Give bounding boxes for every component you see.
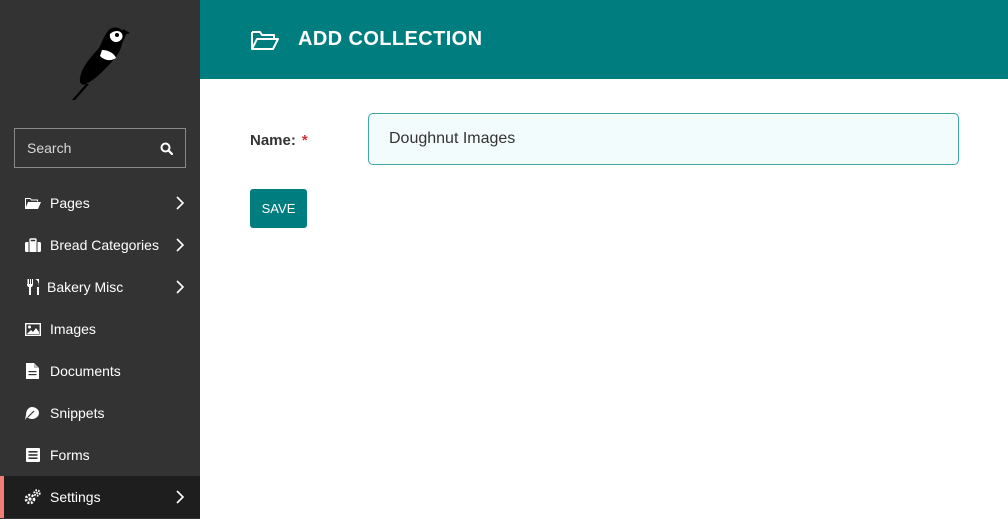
chevron-right-icon[interactable]: [175, 237, 185, 253]
sidebar: Search Pages Bread Categories Bakery Mis…: [0, 0, 200, 519]
image-icon: [24, 321, 41, 338]
form-icon: [24, 447, 41, 464]
name-input[interactable]: [368, 113, 959, 165]
sidebar-item-settings[interactable]: Settings: [0, 476, 200, 518]
folder-open-icon: [24, 195, 41, 212]
chevron-right-icon[interactable]: [175, 279, 185, 295]
chevron-right-icon[interactable]: [175, 489, 185, 505]
sidebar-item-label: Documents: [50, 363, 121, 379]
page-title: ADD COLLECTION: [298, 28, 483, 50]
chevron-right-icon[interactable]: [175, 195, 185, 211]
sidebar-item-label: Forms: [50, 447, 90, 463]
folder-open-icon: [251, 30, 279, 50]
search-icon[interactable]: [159, 141, 173, 155]
sidebar-item-label: Snippets: [50, 405, 105, 421]
suitcase-icon: [24, 237, 41, 254]
sidebar-item-documents[interactable]: Documents: [0, 350, 200, 392]
sidebar-item-pages[interactable]: Pages: [0, 182, 200, 224]
utensils-icon: [24, 279, 41, 296]
save-button[interactable]: SAVE: [250, 189, 307, 228]
sidebar-item-snippets[interactable]: Snippets: [0, 392, 200, 434]
sidebar-item-bakery-misc[interactable]: Bakery Misc: [0, 266, 200, 308]
sidebar-item-images[interactable]: Images: [0, 308, 200, 350]
sidebar-item-bread-categories[interactable]: Bread Categories: [0, 224, 200, 266]
name-label-text: Name:: [250, 132, 296, 149]
search-input[interactable]: Search: [27, 140, 159, 156]
name-label: Name: *: [250, 132, 308, 149]
sidebar-item-label: Images: [50, 321, 96, 337]
main-menu: Pages Bread Categories Bakery Misc Image…: [0, 182, 200, 518]
search-box[interactable]: Search: [14, 128, 186, 168]
snippet-icon: [24, 405, 41, 422]
wagtail-logo[interactable]: [62, 20, 134, 102]
required-marker: *: [301, 132, 308, 149]
document-icon: [24, 363, 41, 380]
page-header: ADD COLLECTION: [200, 0, 1008, 79]
sidebar-item-forms[interactable]: Forms: [0, 434, 200, 476]
cogs-icon: [24, 489, 41, 506]
